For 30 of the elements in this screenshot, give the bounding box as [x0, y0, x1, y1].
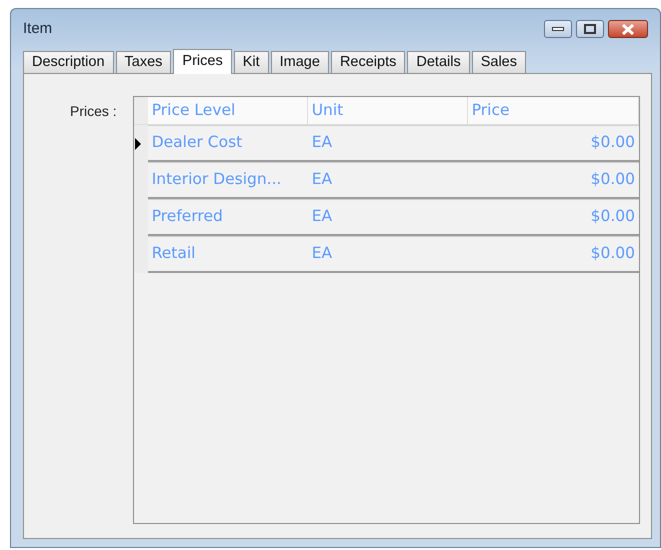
tab[interactable]: Prices	[173, 49, 232, 74]
table-cell-text: EA	[310, 206, 334, 228]
table-cell-text: Retail	[150, 243, 196, 264]
tab[interactable]: Kit	[234, 51, 269, 73]
table-cell-text: Interior Design...	[150, 169, 282, 190]
minimize-button[interactable]	[544, 20, 572, 38]
table-cell-text: EA	[310, 169, 334, 190]
prices-label: Prices :	[70, 102, 117, 121]
close-button[interactable]	[608, 20, 648, 38]
maximize-button[interactable]	[576, 20, 604, 38]
table-cell-text: Preferred	[150, 206, 224, 228]
minimize-icon	[552, 26, 564, 32]
window-title: Item	[23, 18, 52, 39]
tab[interactable]: Receipts	[330, 51, 406, 73]
table-cell-text: $0.00	[590, 243, 636, 264]
table-cell-text: $0.00	[590, 206, 636, 228]
row-header[interactable]	[134, 125, 148, 162]
table-cell-text: EA	[310, 243, 334, 264]
tab[interactable]: Sales	[472, 51, 526, 73]
current-row-icon	[134, 138, 142, 150]
tab[interactable]: Details	[407, 51, 470, 73]
table-cell-text: $0.00	[590, 132, 636, 154]
table-cell-text: Dealer Cost	[150, 132, 244, 154]
tab[interactable]: Image	[270, 51, 329, 73]
table-cell-text: $0.00	[590, 169, 636, 190]
tab[interactable]: Description	[23, 51, 114, 73]
maximize-icon	[584, 24, 596, 34]
table-cell-text: EA	[310, 132, 334, 154]
close-icon	[621, 24, 635, 34]
tab[interactable]: Taxes	[116, 51, 172, 73]
